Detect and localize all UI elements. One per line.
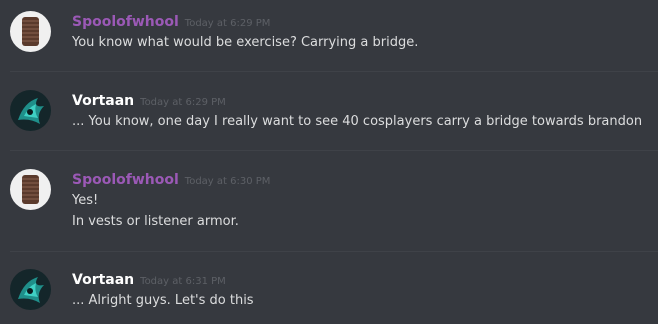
message-divider: [10, 71, 658, 72]
timestamp: Today at 6:30 PM: [184, 176, 271, 187]
message-text: ... You know, one day I really want to s…: [72, 114, 643, 129]
author-name[interactable]: Vortaan: [72, 91, 134, 111]
message-header: Vortaan Today at 6:31 PM: [72, 269, 226, 289]
chat-messages: Spoolofwhool Today at 6:29 PM You know wh…: [0, 0, 658, 324]
message-divider: [10, 150, 658, 151]
spool-avatar-icon[interactable]: [10, 169, 51, 210]
message-text: Yes!: [72, 193, 99, 208]
message-divider: [10, 251, 658, 252]
message-text: You know what would be exercise? Carryin…: [72, 35, 419, 50]
spool-avatar-icon[interactable]: [10, 11, 51, 52]
timestamp: Today at 6:29 PM: [184, 18, 271, 29]
message-header: Vortaan Today at 6:29 PM: [72, 90, 226, 110]
message-text: ... Alright guys. Let's do this: [72, 293, 254, 308]
message-header: Spoolofwhool Today at 6:30 PM: [72, 169, 270, 189]
author-name[interactable]: Spoolofwhool: [72, 170, 179, 190]
message-header: Spoolofwhool Today at 6:29 PM: [72, 11, 270, 31]
author-name[interactable]: Vortaan: [72, 270, 134, 290]
vortaan-avatar-icon[interactable]: [10, 269, 51, 310]
author-name[interactable]: Spoolofwhool: [72, 12, 179, 32]
timestamp: Today at 6:31 PM: [140, 276, 226, 287]
vortaan-avatar-icon[interactable]: [10, 90, 51, 131]
message-text: In vests or listener armor.: [72, 214, 239, 229]
timestamp: Today at 6:29 PM: [140, 97, 226, 108]
